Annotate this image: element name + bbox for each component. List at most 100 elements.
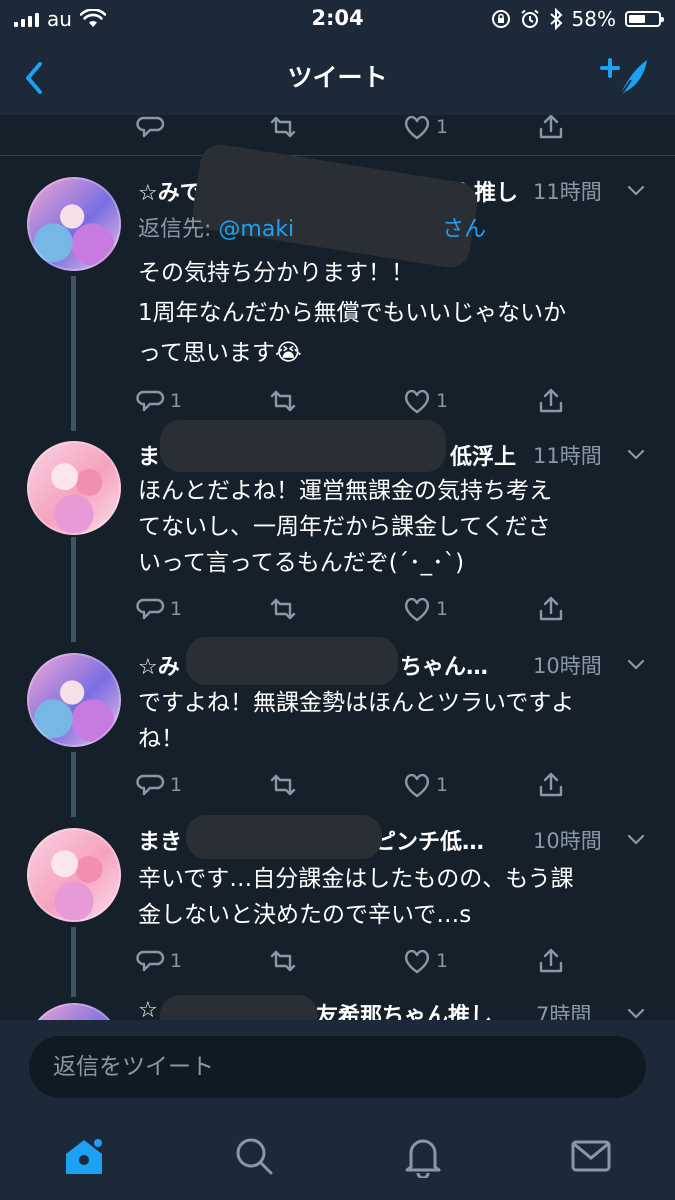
thread-line [71, 752, 76, 817]
reply-button[interactable]: 1 [136, 943, 182, 979]
like-count: 1 [436, 598, 449, 620]
compose-tweet-button[interactable] [599, 54, 651, 102]
chevron-down-icon[interactable] [625, 653, 647, 675]
tweet-actions: 1 1 [136, 943, 576, 979]
chevron-down-icon[interactable] [625, 828, 647, 850]
like-button[interactable]: 1 [402, 767, 448, 803]
tweet-text: ほんとだよね！運営無課金の気持ち考え てないし、一周年だから課金してくださ いっ… [138, 478, 552, 576]
reply-count: 1 [170, 598, 183, 620]
search-icon [236, 1138, 273, 1175]
reply-input[interactable] [29, 1036, 646, 1098]
user-name[interactable]: まき [138, 824, 182, 856]
share-button[interactable] [536, 115, 566, 145]
reply-count: 1 [170, 950, 183, 972]
share-button[interactable] [536, 591, 566, 627]
heart-icon [404, 773, 430, 798]
redaction-mark [160, 420, 446, 472]
tab-bar [0, 1120, 675, 1200]
heart-icon [404, 115, 430, 140]
redaction-mark [186, 637, 398, 685]
heart-icon [404, 949, 430, 974]
heart-icon [404, 597, 430, 622]
orientation-lock-icon [491, 10, 510, 28]
user-name[interactable]: ☆みで [138, 175, 202, 207]
status-bar: au 2:04 58% [0, 0, 675, 40]
like-count: 1 [436, 950, 449, 972]
reply-composer-bar [0, 1020, 675, 1120]
page-title: ツイート [287, 63, 388, 92]
reply-button[interactable]: 1 [136, 767, 182, 803]
share-icon [539, 772, 563, 797]
user-name-tail: ピンチ低… [374, 830, 485, 855]
chevron-down-icon[interactable] [625, 179, 647, 201]
avatar[interactable] [27, 441, 121, 535]
tweet-thread: 1 ☆みで 友希那ちゃん推し 11時間 返信先: @maki さん その気持ち分か… [0, 115, 675, 1020]
share-icon [539, 115, 563, 139]
reply-handle[interactable]: @maki [218, 217, 294, 242]
tweet-actions: 1 1 [136, 383, 576, 419]
user-name[interactable]: ☆み [138, 649, 180, 681]
reply-button[interactable]: 1 [136, 383, 182, 419]
avatar[interactable] [27, 177, 121, 271]
retweet-button[interactable] [268, 767, 298, 803]
battery-percent: 58% [571, 7, 616, 31]
like-count: 1 [436, 774, 449, 796]
search-tab[interactable] [232, 1134, 276, 1178]
retweet-icon [270, 390, 296, 412]
reply-button[interactable] [136, 115, 166, 145]
user-name-tail: 友希那ちゃん推し [316, 1004, 493, 1020]
like-button[interactable]: 1 [402, 383, 448, 419]
reply-to-label: 返信先: @maki さん [138, 211, 486, 243]
share-icon [539, 948, 563, 973]
share-button[interactable] [536, 767, 566, 803]
retweet-button[interactable] [268, 115, 298, 145]
bluetooth-icon [549, 8, 562, 30]
chevron-down-icon[interactable] [625, 1002, 647, 1020]
tweet-time: 11時間 [533, 444, 602, 468]
reply-icon [136, 598, 165, 620]
notifications-icon [405, 1139, 441, 1178]
thread-line [71, 537, 76, 642]
tweet-time: 10時間 [533, 654, 602, 678]
chevron-down-icon[interactable] [625, 443, 647, 465]
avatar[interactable] [27, 653, 121, 747]
divider [0, 155, 675, 156]
retweet-icon [270, 116, 296, 138]
reply-count: 1 [170, 774, 183, 796]
share-icon [539, 596, 563, 621]
reply-icon [136, 390, 165, 412]
share-icon [539, 388, 563, 413]
reply-suffix: さん [442, 217, 487, 242]
notifications-tab[interactable] [401, 1134, 445, 1178]
thread-line [71, 276, 76, 431]
home-tab[interactable] [62, 1134, 106, 1178]
like-button[interactable]: 1 [402, 591, 448, 627]
retweet-button[interactable] [268, 383, 298, 419]
redaction-mark [160, 995, 318, 1020]
retweet-button[interactable] [268, 943, 298, 979]
share-button[interactable] [536, 943, 566, 979]
reply-button[interactable]: 1 [136, 591, 182, 627]
tweet-text: ですよね！無課金勢はほんとツラいですよ ね！ [138, 690, 575, 752]
heart-icon [404, 389, 430, 414]
reply-icon [136, 116, 165, 138]
thread-line [71, 927, 76, 997]
tweet-actions: 1 1 [136, 591, 576, 627]
user-name[interactable]: ま [138, 439, 160, 471]
reply-icon [136, 774, 165, 796]
share-button[interactable] [536, 383, 566, 419]
tweet-time: 11時間 [533, 180, 602, 204]
alarm-icon [520, 9, 539, 28]
retweet-button[interactable] [268, 591, 298, 627]
tweet-text: その気持ち分かります！！ 1周年なんだから無償でもいいじゃないか って思います😭 [138, 260, 567, 366]
messages-tab[interactable] [569, 1134, 613, 1178]
like-button[interactable]: 1 [402, 115, 448, 145]
like-button[interactable]: 1 [402, 943, 448, 979]
battery-icon [625, 11, 664, 27]
avatar[interactable] [27, 1003, 121, 1020]
user-name[interactable]: ☆ [138, 998, 158, 1020]
retweet-icon [270, 598, 296, 620]
reply-prefix: 返信先: [138, 217, 219, 242]
tweet-actions: 1 1 [136, 767, 576, 803]
avatar[interactable] [27, 828, 121, 922]
